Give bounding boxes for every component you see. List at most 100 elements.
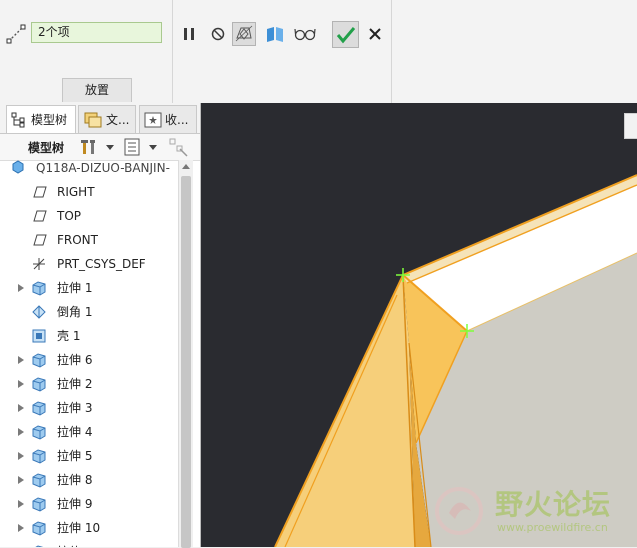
tree-item-label: 拉伸 3 bbox=[57, 401, 93, 415]
watermark-url: www.proewildfire.cn bbox=[497, 521, 608, 534]
extrude-icon bbox=[32, 353, 46, 368]
ribbon: 2个项 放置 bbox=[0, 0, 637, 104]
model-tree-toolbar: 模型树 bbox=[0, 134, 200, 161]
expand-arrow-icon[interactable] bbox=[18, 428, 24, 436]
part-icon bbox=[12, 160, 24, 174]
tree-item[interactable]: 拉伸 1 bbox=[0, 276, 178, 300]
no-preview-button[interactable] bbox=[206, 22, 230, 46]
reference-collector[interactable]: 2个项 bbox=[31, 22, 162, 43]
extrude-icon bbox=[32, 425, 46, 440]
tree-item[interactable]: 壳 1 bbox=[0, 324, 178, 348]
model-tree-icon bbox=[11, 112, 25, 127]
pause-button[interactable] bbox=[177, 22, 201, 46]
expand-arrow-icon[interactable] bbox=[18, 380, 24, 388]
verify-button[interactable] bbox=[263, 22, 287, 46]
tree-item[interactable]: PRT_CSYS_DEF bbox=[0, 252, 178, 276]
panel-tabs: 模型树 文... 收... bbox=[0, 103, 200, 134]
cancel-button[interactable] bbox=[363, 22, 387, 46]
tree-item[interactable]: TOP bbox=[0, 204, 178, 228]
extrude-icon bbox=[32, 401, 46, 416]
datum-plane-icon bbox=[33, 210, 47, 222]
tree-item-label: RIGHT bbox=[57, 185, 95, 199]
confirm-button[interactable] bbox=[332, 21, 359, 48]
tree-scrollbar[interactable] bbox=[178, 160, 193, 548]
tree-root-label: Q118A-DIZUO-BANJIN- bbox=[36, 161, 170, 175]
extrude-icon bbox=[32, 521, 46, 536]
tab-model-tree[interactable]: 模型树 bbox=[6, 105, 76, 133]
view-tools-button[interactable] bbox=[624, 113, 637, 139]
tree-item-label: TOP bbox=[57, 209, 82, 223]
csys-icon bbox=[33, 258, 45, 270]
expand-arrow-icon[interactable] bbox=[18, 500, 24, 508]
tree-item[interactable]: 拉伸 2 bbox=[0, 372, 178, 396]
tree-item[interactable]: 拉伸 8 bbox=[0, 468, 178, 492]
tree-item-label: FRONT bbox=[57, 233, 98, 247]
pause-icon bbox=[184, 28, 194, 40]
placement-tab[interactable]: 放置 bbox=[62, 78, 132, 102]
filter-icon[interactable] bbox=[168, 137, 188, 157]
no-preview-icon bbox=[211, 27, 225, 41]
model-tree-panel: 模型树 文... 收... 模型树 Q118A-DIZUO-BANJIN- RI… bbox=[0, 103, 201, 548]
extrude-icon bbox=[32, 497, 46, 512]
geometry-preview-icon bbox=[235, 25, 253, 42]
shell-icon bbox=[32, 329, 46, 343]
expand-arrow-icon[interactable] bbox=[18, 404, 24, 412]
tree-item-label: PRT_CSYS_DEF bbox=[57, 257, 146, 271]
expand-arrow-icon[interactable] bbox=[18, 452, 24, 460]
tree-item[interactable]: 拉伸 11 bbox=[0, 540, 178, 547]
tree-item-label: 拉伸 5 bbox=[57, 449, 93, 463]
expand-arrow-icon[interactable] bbox=[18, 524, 24, 532]
expand-arrow-icon[interactable] bbox=[18, 476, 24, 484]
expand-arrow-icon[interactable] bbox=[18, 356, 24, 364]
tree-item[interactable]: RIGHT bbox=[0, 180, 178, 204]
datum-plane-icon bbox=[33, 186, 47, 198]
tab-favorites[interactable]: 收... bbox=[139, 105, 197, 133]
tree-item-label: 壳 1 bbox=[57, 329, 81, 343]
tree-item[interactable]: 拉伸 9 bbox=[0, 492, 178, 516]
ribbon-separator bbox=[172, 0, 173, 103]
tab-files[interactable]: 文... bbox=[78, 105, 136, 133]
scroll-up-icon[interactable] bbox=[182, 164, 190, 169]
tree-item[interactable]: 拉伸 5 bbox=[0, 444, 178, 468]
extrude-icon bbox=[32, 377, 46, 392]
tree-item[interactable]: 拉伸 4 bbox=[0, 420, 178, 444]
extrude-icon bbox=[32, 449, 46, 464]
datum-plane-icon bbox=[33, 234, 47, 246]
graphics-viewport[interactable]: 野火论坛 www.proewildfire.cn bbox=[201, 103, 637, 547]
tree-item-label: 拉伸 2 bbox=[57, 377, 93, 391]
chevron-down-icon[interactable] bbox=[149, 145, 157, 150]
extrude-icon bbox=[32, 473, 46, 488]
tab-label: 收... bbox=[165, 113, 189, 127]
chamfer-icon bbox=[32, 305, 46, 319]
favorites-icon bbox=[144, 112, 162, 127]
settings-tools-icon[interactable] bbox=[80, 138, 98, 156]
tree-item[interactable]: 倒角 1 bbox=[0, 300, 178, 324]
tree-item[interactable]: 拉伸 3 bbox=[0, 396, 178, 420]
tree-item-label: 倒角 1 bbox=[57, 305, 93, 319]
scroll-thumb[interactable] bbox=[181, 176, 191, 548]
cancel-icon bbox=[369, 28, 381, 40]
tree-item[interactable]: 拉伸 6 bbox=[0, 348, 178, 372]
tree-item-label: 拉伸 8 bbox=[57, 473, 93, 487]
model-tree-label: 模型树 bbox=[28, 141, 65, 155]
tab-label: 模型树 bbox=[31, 113, 68, 127]
ribbon-separator bbox=[391, 0, 392, 103]
tree-root[interactable]: Q118A-DIZUO-BANJIN- bbox=[0, 160, 178, 180]
glasses-icon bbox=[294, 28, 316, 41]
watermark-text: 野火论坛 bbox=[495, 488, 612, 521]
extrude-icon bbox=[32, 281, 46, 296]
tree-item-label: 拉伸 10 bbox=[57, 521, 101, 535]
tree-item[interactable]: FRONT bbox=[0, 228, 178, 252]
show-list-icon[interactable] bbox=[124, 138, 140, 156]
tree-item[interactable]: 拉伸 10 bbox=[0, 516, 178, 540]
folder-icon bbox=[84, 112, 102, 127]
tree-item-label: 拉伸 6 bbox=[57, 353, 93, 367]
watermark: 野火论坛 www.proewildfire.cn bbox=[427, 475, 637, 545]
confirm-icon bbox=[336, 26, 355, 43]
geometry-preview-button[interactable] bbox=[232, 22, 256, 46]
chevron-down-icon[interactable] bbox=[106, 145, 114, 150]
expand-arrow-icon[interactable] bbox=[18, 284, 24, 292]
tree-item-label: 拉伸 4 bbox=[57, 425, 93, 439]
tree-item-label: 拉伸 9 bbox=[57, 497, 93, 511]
glasses-button[interactable] bbox=[292, 22, 318, 46]
